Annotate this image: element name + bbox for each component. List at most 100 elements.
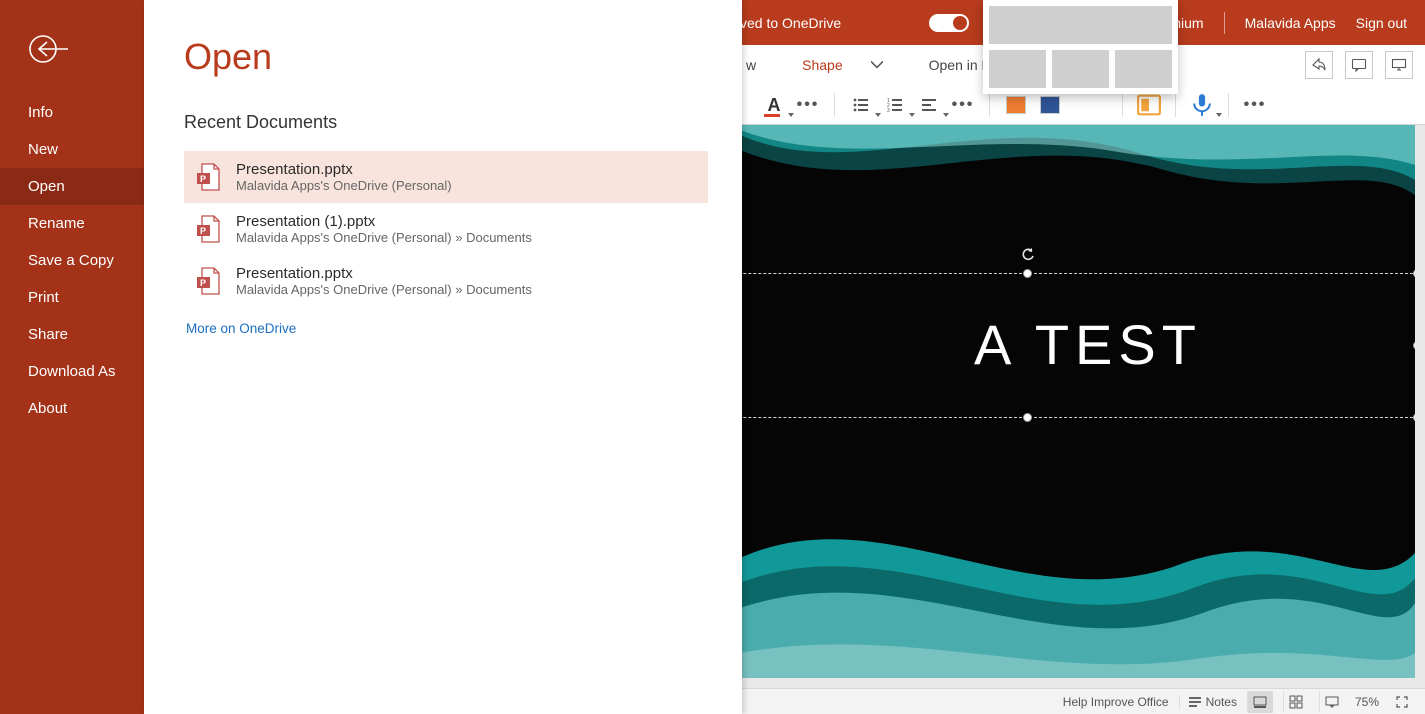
document-filename: Presentation.pptx [236,265,532,282]
sign-out-link[interactable]: Sign out [1356,15,1407,31]
powerpoint-file-icon: P [196,215,220,243]
file-menu-info[interactable]: Info [0,94,144,131]
slide-canvas-area: A TEST [740,125,1425,688]
title-center: ved to OneDrive Sim [740,0,1007,45]
svg-text:P: P [200,278,206,288]
tab-view-fragment[interactable]: w [740,51,762,79]
file-menu-rename[interactable]: Rename [0,205,144,242]
shape-fill-orange-button[interactable] [1002,91,1030,119]
slide-sorter-button[interactable] [1283,691,1309,713]
notes-icon [1188,695,1202,709]
thumbnail-popup [983,0,1178,94]
recent-document-item[interactable]: P Presentation.pptx Malavida Apps's OneD… [184,151,708,203]
rotate-handle-icon[interactable] [1021,248,1035,262]
numbered-list-button[interactable]: 123 [881,91,909,119]
divider [1228,93,1229,117]
paragraph-more-button[interactable]: ••• [949,91,977,119]
slide-decor-bottom [740,513,1415,678]
popup-thumb-2[interactable] [1052,50,1109,88]
resize-handle[interactable] [1413,269,1415,278]
fit-icon [1395,695,1409,709]
powerpoint-file-icon: P [196,163,220,191]
separator [1224,12,1225,34]
bullet-list-button[interactable] [847,91,875,119]
slideshow-view-button[interactable] [1319,691,1345,713]
present-button[interactable] [1385,51,1413,79]
align-button[interactable] [915,91,943,119]
title-text-box[interactable]: A TEST [740,273,1415,418]
more-on-onedrive-link[interactable]: More on OneDrive [184,321,742,336]
comment-icon [1351,57,1367,73]
document-location: Malavida Apps's OneDrive (Personal) [236,178,452,193]
document-location: Malavida Apps's OneDrive (Personal) » Do… [236,230,532,245]
designer-icon [1135,91,1163,119]
slide-title-text[interactable]: A TEST [740,312,1415,377]
designer-button[interactable] [1135,91,1163,119]
svg-text:P: P [200,174,206,184]
bullet-list-icon [852,96,870,114]
normal-view-button[interactable] [1247,691,1273,713]
notes-label: Notes [1206,695,1237,709]
ribbon-quick-actions [1305,51,1413,79]
recent-document-item[interactable]: P Presentation.pptx Malavida Apps's OneD… [184,255,708,307]
numbered-list-icon: 123 [886,96,904,114]
dictate-button[interactable] [1188,91,1216,119]
resize-handle[interactable] [1413,413,1415,422]
file-menu-sidebar: Info New Open Rename Save a Copy Print S… [0,0,144,714]
comments-button[interactable] [1345,51,1373,79]
shape-fill-blue-button[interactable] [1036,91,1064,119]
file-menu-new[interactable]: New [0,131,144,168]
font-color-button[interactable]: A [760,91,788,119]
divider [1175,93,1176,117]
back-arrow-icon[interactable] [28,34,72,64]
tab-shape-label: Shape [802,57,842,73]
divider [834,93,835,117]
status-bar: Help Improve Office Notes 75% [740,688,1425,714]
file-menu-print[interactable]: Print [0,279,144,316]
tab-shape[interactable]: Shape [796,51,888,79]
file-menu-about[interactable]: About [0,390,144,427]
svg-text:P: P [200,226,206,236]
saved-to-onedrive-label: ved to OneDrive [740,15,841,31]
file-menu-save-a-copy[interactable]: Save a Copy [0,242,144,279]
notes-toggle[interactable]: Notes [1179,695,1237,709]
popup-thumb-large[interactable] [989,6,1172,44]
zoom-level[interactable]: 75% [1355,695,1379,709]
fit-to-window-button[interactable] [1389,691,1415,713]
open-panel: Open Recent Documents P Presentation.ppt… [144,0,742,714]
popup-thumb-3[interactable] [1115,50,1172,88]
title-bar-right: mium Malavida Apps Sign out [1169,0,1407,45]
share-button[interactable] [1305,51,1333,79]
recent-documents-heading: Recent Documents [184,112,742,133]
slide-decor-top [740,125,1415,215]
chevron-down-icon [871,59,883,71]
open-panel-title: Open [184,36,742,78]
file-menu-open[interactable]: Open [0,168,144,205]
present-icon [1391,57,1407,73]
file-menu-download-as[interactable]: Download As [0,353,144,390]
file-menu-share[interactable]: Share [0,316,144,353]
help-improve-link[interactable]: Help Improve Office [1063,695,1169,709]
powerpoint-file-icon: P [196,267,220,295]
slideshow-icon [1325,695,1339,709]
document-location: Malavida Apps's OneDrive (Personal) » Do… [236,282,532,297]
normal-view-icon [1253,695,1267,709]
resize-handle[interactable] [1023,413,1032,422]
file-menu-items: Info New Open Rename Save a Copy Print S… [0,94,144,427]
simplified-ribbon-toggle[interactable] [929,14,969,32]
popup-thumb-1[interactable] [989,50,1046,88]
more-font-options-button[interactable]: ••• [794,91,822,119]
svg-text:3: 3 [887,108,890,114]
recent-document-item[interactable]: P Presentation (1).pptx Malavida Apps's … [184,203,708,255]
document-filename: Presentation.pptx [236,161,452,178]
share-icon [1311,57,1327,73]
resize-handle[interactable] [1023,269,1032,278]
user-name-label[interactable]: Malavida Apps [1245,15,1336,31]
align-icon [920,96,938,114]
divider [989,93,990,117]
ribbon-overflow-button[interactable]: ••• [1241,91,1269,119]
grid-icon [1289,695,1303,709]
slide[interactable]: A TEST [740,125,1415,678]
document-filename: Presentation (1).pptx [236,213,532,230]
divider [1122,93,1123,117]
